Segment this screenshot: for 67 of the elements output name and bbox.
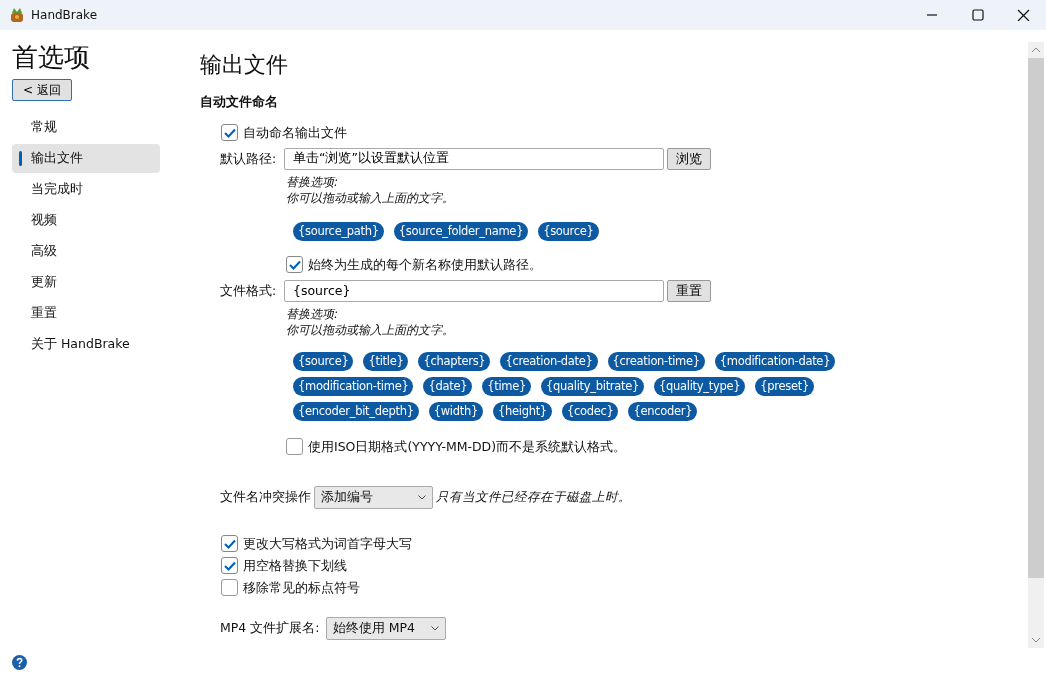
checkbox-label: 始终为生成的每个新名称使用默认路径。 bbox=[308, 255, 542, 274]
token-chip[interactable]: {chapters} bbox=[418, 351, 491, 371]
checkbox-label: 用空格替换下划线 bbox=[243, 556, 347, 575]
note-text: 只有当文件已经存在于磁盘上时。 bbox=[436, 488, 632, 506]
checkbox[interactable] bbox=[221, 124, 238, 142]
checkbox-label: 更改大写格式为词首字母大写 bbox=[243, 534, 412, 553]
browse-button[interactable]: 浏览 bbox=[667, 147, 712, 170]
reset-button[interactable]: 重置 bbox=[667, 279, 712, 302]
nav-item[interactable]: 常规 bbox=[12, 113, 160, 143]
token-chip[interactable]: {encoder_bit_depth} bbox=[293, 401, 419, 421]
nav-item[interactable]: 关于 HandBrake bbox=[12, 330, 160, 360]
close-icon bbox=[1016, 9, 1030, 21]
chevron-down-icon bbox=[430, 625, 439, 631]
token-chip[interactable]: {creation-date} bbox=[500, 351, 598, 371]
dropdown[interactable]: 添加编号 bbox=[314, 485, 434, 509]
token-chip[interactable]: {modification-time} bbox=[293, 376, 414, 396]
nav-item[interactable]: 重置 bbox=[12, 299, 160, 329]
token-chip[interactable]: {quality_type} bbox=[654, 376, 746, 396]
token-chip[interactable]: {preset} bbox=[755, 376, 814, 396]
help-icon bbox=[12, 655, 27, 670]
token-chip[interactable]: {width} bbox=[428, 401, 483, 421]
subsection-heading: 自动文件命名 bbox=[200, 93, 279, 112]
token-chip[interactable]: {source_path} bbox=[293, 221, 384, 241]
token-chip[interactable]: {source_folder_name} bbox=[393, 221, 529, 241]
nav-item[interactable]: 视频 bbox=[12, 206, 160, 236]
token-chip[interactable]: {quality_bitrate} bbox=[541, 376, 645, 396]
checkbox[interactable] bbox=[286, 256, 303, 274]
chevron-down-icon bbox=[418, 494, 427, 500]
app-logo-icon bbox=[9, 7, 25, 23]
nav-item[interactable]: 输出文件 bbox=[12, 144, 160, 174]
token-chip[interactable]: {encoder} bbox=[628, 401, 698, 421]
back-button[interactable]: < 返回 bbox=[12, 79, 72, 102]
window-title: HandBrake bbox=[31, 7, 98, 24]
hint-text: 你可以拖动或输入上面的文字。 bbox=[286, 189, 455, 206]
nav-item[interactable]: 更新 bbox=[12, 268, 160, 298]
checkbox[interactable] bbox=[221, 557, 238, 575]
token-chip[interactable]: {source} bbox=[538, 221, 599, 241]
checkbox[interactable] bbox=[286, 438, 303, 456]
token-chip[interactable]: {codec} bbox=[561, 401, 619, 421]
checkbox-label: 使用ISO日期格式(YYYY-MM-DD)而不是系统默认格式。 bbox=[308, 437, 627, 456]
field-label: 文件格式: bbox=[220, 281, 278, 300]
token-chip[interactable]: {height} bbox=[493, 401, 552, 421]
token-chip[interactable]: {time} bbox=[482, 376, 532, 396]
page-heading: 首选项 bbox=[12, 42, 91, 74]
token-chip[interactable]: {date} bbox=[423, 376, 473, 396]
nav-item[interactable]: 高级 bbox=[12, 237, 160, 267]
path-input-field[interactable]: 单击“浏览”以设置默认位置 bbox=[284, 147, 664, 170]
dropdown[interactable]: 始终使用 MP4 bbox=[325, 616, 446, 640]
token-chip[interactable]: {source} bbox=[293, 351, 354, 371]
token-chip[interactable]: {creation-time} bbox=[607, 351, 705, 371]
field-label: 默认路径: bbox=[220, 149, 278, 168]
maximize-icon bbox=[970, 9, 984, 21]
checkbox-label: 移除常见的标点符号 bbox=[243, 578, 360, 597]
hint-text: 替换选项: bbox=[286, 305, 340, 322]
token-chip[interactable]: {modification-date} bbox=[714, 351, 836, 371]
format-input-field[interactable]: {source} bbox=[284, 279, 664, 302]
field-label: 文件名冲突操作 bbox=[220, 488, 311, 506]
checkbox[interactable] bbox=[221, 579, 238, 597]
nav-item[interactable]: 当完成时 bbox=[12, 175, 160, 205]
section-title: 输出文件 bbox=[200, 52, 289, 79]
checkbox-label: 自动命名输出文件 bbox=[243, 123, 347, 142]
scrollbar[interactable] bbox=[1028, 42, 1044, 648]
hint-text: 替换选项: bbox=[286, 173, 340, 190]
checkbox[interactable] bbox=[221, 535, 238, 553]
field-label: MP4 文件扩展名: bbox=[220, 619, 320, 637]
token-chip[interactable]: {title} bbox=[363, 351, 409, 371]
hint-text: 你可以拖动或输入上面的文字。 bbox=[286, 321, 455, 338]
